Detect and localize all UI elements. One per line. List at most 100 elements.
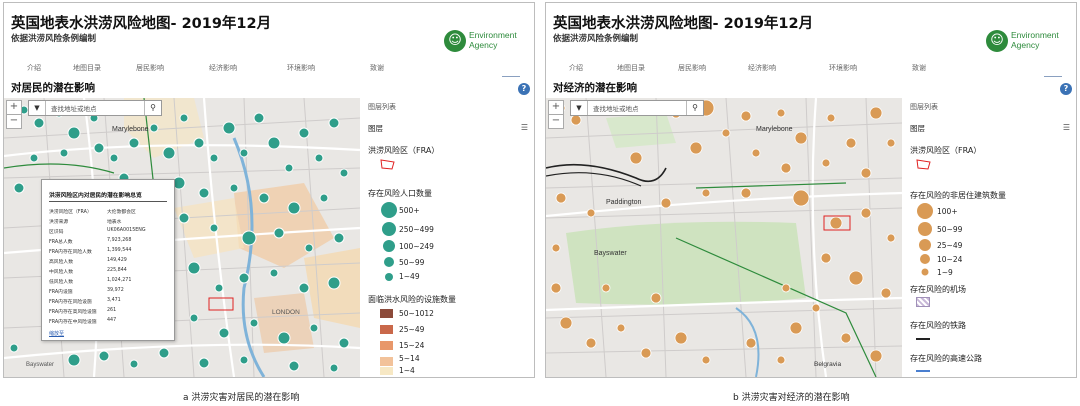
airport-swatch [916, 297, 930, 307]
app-header: 英国地表水洪涝风险地图- 2019年12月 依据洪涝风险条例编制 ☺ Envir… [546, 3, 1076, 98]
popup-row-value: 3,471 [107, 298, 121, 303]
nav-economy[interactable]: 经济影响 [748, 63, 776, 73]
nav-intro[interactable]: 介绍 [569, 63, 583, 73]
people-class-2: 250~499 [399, 225, 434, 234]
railway-swatch [916, 338, 930, 340]
svg-text:LONDON: LONDON [272, 309, 300, 316]
help-icon[interactable]: ? [1060, 83, 1072, 95]
building-class-3: 25~49 [937, 241, 963, 250]
nav-bar: 介绍 地图目录 居民影响 经济影响 环境影响 致谢 [546, 63, 1076, 75]
agency-person-icon: ☺ [444, 30, 466, 52]
app-header: 英国地表水洪涝风险地图- 2019年12月 依据洪涝风险条例编制 ☺ Envir… [4, 3, 534, 98]
zoom-to-link[interactable]: 缩放至 [49, 330, 64, 337]
zoom-in-button[interactable]: + [6, 100, 22, 115]
caption-b: b 洪涝灾害对经济的潜在影响 [733, 393, 850, 403]
zoom-out-button[interactable]: − [6, 114, 22, 129]
svg-text:Bayswater: Bayswater [594, 250, 627, 257]
popup-row-key: FRA内存在中风险设施 [49, 320, 97, 325]
popup-row-value: 261 [107, 308, 117, 313]
facility-swatch-3 [380, 341, 393, 350]
zoom-in-button[interactable]: + [548, 100, 564, 115]
map-view[interactable]: Marylebone Paddington Bayswater Belgravi… [546, 98, 902, 377]
basemap: Marylebone Paddington Bayswater Belgravi… [546, 98, 902, 377]
search-source-dropdown[interactable]: ▼ [571, 101, 588, 115]
search-icon[interactable]: ⚲ [686, 101, 703, 115]
popup-row-value: 149,429 [107, 258, 127, 263]
facility-class-2: 25~49 [399, 325, 425, 334]
zoom-out-button[interactable]: − [548, 114, 564, 129]
facility-class-4: 5~14 [399, 354, 420, 363]
building-class-2: 50~99 [937, 225, 963, 234]
flood-area-swatch [380, 159, 395, 170]
nav-people[interactable]: 居民影响 [136, 63, 164, 73]
nav-credits[interactable]: 致谢 [370, 63, 384, 73]
nav-map-catalog[interactable]: 地图目录 [73, 63, 101, 73]
search-input[interactable]: 查找地址或地点 [593, 103, 639, 113]
popup-row-value: 7,923,268 [107, 238, 132, 243]
people-class-5: 1~49 [399, 272, 420, 281]
layer-options-icon[interactable]: ☰ [1063, 123, 1070, 132]
popup-row-key: FRA内存在风险人数 [49, 250, 92, 255]
svg-text:Paddington: Paddington [606, 199, 642, 206]
environment-agency-logo: ☺ Environment Agency [444, 29, 532, 57]
building-legend-title: 存在风险的非居住建筑数量 [910, 191, 1006, 200]
facility-class-3: 15~24 [399, 341, 425, 350]
facility-swatch-2 [380, 325, 393, 334]
nav-bar: 介绍 地图目录 居民影响 经济影响 环境影响 致谢 [4, 63, 534, 75]
help-icon[interactable]: ? [518, 83, 530, 95]
popup-row-value: 大伦敦都会区 [107, 210, 136, 215]
nav-map-catalog[interactable]: 地图目录 [617, 63, 645, 73]
facility-class-1: 50~1012 [399, 309, 434, 318]
popup-row-value: 447 [107, 318, 117, 323]
search-icon[interactable]: ⚲ [144, 101, 161, 115]
popup-row-value: 225,844 [107, 268, 127, 273]
app-title: 英国地表水洪涝风险地图- 2019年12月 [553, 16, 814, 32]
building-class-4: 10~24 [937, 255, 963, 264]
motorway-legend-title: 存在风险的高速公路 [910, 354, 982, 363]
people-class-3: 100~249 [399, 242, 434, 251]
popup-row-key: 洪涝风险区（FRA） [49, 210, 92, 215]
facility-class-5: 1~4 [399, 366, 415, 375]
nav-economy[interactable]: 经济影响 [209, 63, 237, 73]
app-title: 英国地表水洪涝风险地图- 2019年12月 [11, 16, 272, 32]
popup-row-value: 39,972 [107, 288, 124, 293]
nav-environment[interactable]: 环境影响 [287, 63, 315, 73]
search-source-dropdown[interactable]: ▼ [29, 101, 46, 115]
search-box[interactable]: ▼ 查找地址或地点 ⚲ [570, 100, 704, 116]
nav-people[interactable]: 居民影响 [678, 63, 706, 73]
popup-title: 洪涝风险区内对居民的潜在影响总览 [49, 193, 142, 199]
search-box[interactable]: ▼ 查找地址或地点 ⚲ [28, 100, 162, 116]
flood-area-label: 洪涝风险区（FRA） [368, 146, 440, 155]
popup-row-key: 高风险人数 [49, 260, 73, 265]
svg-text:Marylebone: Marylebone [756, 126, 793, 133]
nav-intro[interactable]: 介绍 [27, 63, 41, 73]
people-legend-title: 存在风险人口数量 [368, 189, 432, 198]
panel-economic-impact: 英国地表水洪涝风险地图- 2019年12月 依据洪涝风险条例编制 ☺ Envir… [545, 2, 1077, 378]
legend-header: 图层列表 [910, 103, 938, 111]
search-input[interactable]: 查找地址或地点 [51, 103, 97, 113]
environment-agency-logo: ☺ Environment Agency [986, 29, 1074, 57]
legend-panel: 图层列表 图层 ☰ 洪涝风险区（FRA） 存在风险的非居住建筑数量 100+ 5… [904, 98, 1076, 377]
caption-a: a 洪涝灾害对居民的潜在影响 [183, 393, 300, 403]
layers-label: 图层 [368, 124, 383, 133]
nav-environment[interactable]: 环境影响 [829, 63, 857, 73]
app-subtitle: 依据洪涝风险条例编制 [553, 34, 639, 44]
layers-label: 图层 [910, 124, 925, 133]
building-class-5: 1~9 [937, 268, 953, 277]
svg-text:Belgravia: Belgravia [814, 361, 841, 368]
panel-people-impact: 英国地表水洪涝风险地图- 2019年12月 依据洪涝风险条例编制 ☺ Envir… [3, 2, 535, 378]
popup-row-value: 1,024,271 [107, 278, 132, 283]
nav-credits[interactable]: 致谢 [912, 63, 926, 73]
logo-text-2: Agency [1011, 39, 1040, 50]
facility-swatch-4 [380, 357, 393, 366]
legend-header: 图层列表 [368, 103, 396, 111]
flood-area-popup: 洪涝风险区内对居民的潜在影响总览 洪涝风险区（FRA） 大伦敦都会区 洪涝来源 地表… [41, 179, 175, 341]
popup-row-key: 区识码 [49, 230, 64, 235]
popup-row-key: 低风险人数 [49, 280, 73, 285]
logo-text-2: Agency [469, 39, 498, 50]
people-class-4: 50~99 [399, 258, 425, 267]
railway-legend-title: 存在风险的铁路 [910, 321, 966, 330]
svg-text:Marylebone: Marylebone [112, 126, 149, 133]
layer-options-icon[interactable]: ☰ [521, 123, 528, 132]
flood-area-swatch [916, 159, 931, 170]
